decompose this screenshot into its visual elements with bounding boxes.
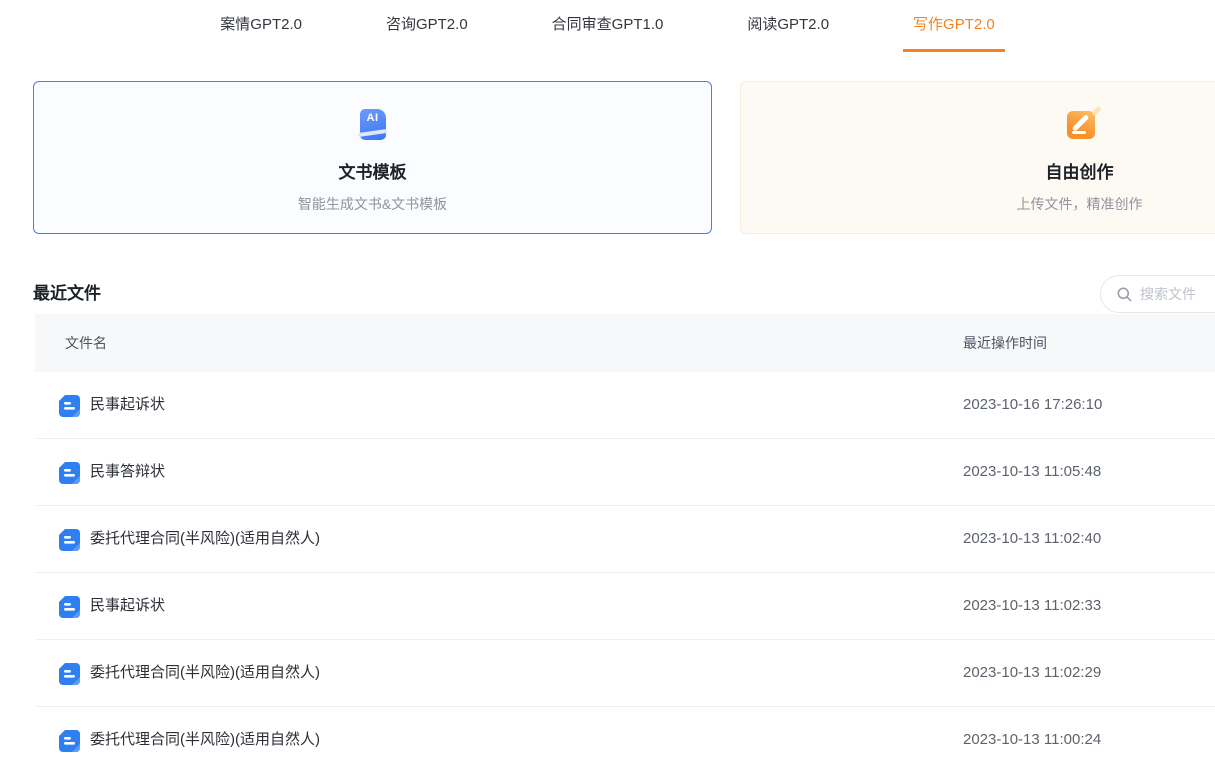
card-subtitle: 智能生成文书&文书模板 — [298, 194, 447, 214]
file-name: 民事起诉状 — [90, 573, 165, 639]
blue-document-icon — [59, 462, 80, 484]
file-time: 2023-10-13 11:02:33 — [963, 573, 1101, 639]
column-header-filename: 文件名 — [65, 314, 107, 372]
recent-files-header: 最近文件 搜索文件 — [33, 274, 1215, 314]
file-name: 民事答辩状 — [90, 439, 165, 505]
blue-document-icon — [59, 596, 80, 618]
tab-consult-gpt[interactable]: 咨询GPT2.0 — [376, 10, 478, 52]
column-header-last-modified: 最近操作时间 — [963, 314, 1047, 372]
document-template-card[interactable]: AI 文书模板 智能生成文书&文书模板 — [33, 81, 712, 234]
search-input[interactable]: 搜索文件 — [1100, 275, 1215, 313]
file-name: 委托代理合同(半风险)(适用自然人) — [90, 707, 320, 759]
card-subtitle: 上传文件，精准创作 — [1017, 194, 1143, 214]
tab-contract-review-gpt[interactable]: 合同审查GPT1.0 — [542, 10, 674, 52]
tab-case-gpt[interactable]: 案情GPT2.0 — [210, 10, 312, 52]
edit-square-icon — [1064, 109, 1096, 141]
recent-files-table: 文件名 最近操作时间 民事起诉状 2023-10-16 17:26:10 民事答… — [35, 314, 1215, 759]
blue-document-icon — [59, 529, 80, 551]
card-title: 文书模板 — [339, 158, 407, 183]
table-row[interactable]: 民事答辩状 2023-10-13 11:05:48 — [35, 439, 1215, 506]
mode-cards: AI 文书模板 智能生成文书&文书模板 自由创作 上传文件，精准创作 — [0, 81, 1215, 234]
file-name: 民事起诉状 — [90, 372, 165, 438]
blue-document-icon — [59, 730, 80, 752]
gpt-tab-bar: 案情GPT2.0 咨询GPT2.0 合同审查GPT1.0 阅读GPT2.0 写作… — [0, 0, 1215, 52]
table-row[interactable]: 委托代理合同(半风险)(适用自然人) 2023-10-13 11:00:24 — [35, 707, 1215, 759]
free-writing-card[interactable]: 自由创作 上传文件，精准创作 — [740, 81, 1215, 234]
search-icon — [1117, 287, 1132, 302]
blue-document-icon — [59, 663, 80, 685]
table-header-row: 文件名 最近操作时间 — [35, 314, 1215, 372]
file-time: 2023-10-16 17:26:10 — [963, 372, 1102, 438]
table-row[interactable]: 民事起诉状 2023-10-16 17:26:10 — [35, 372, 1215, 439]
tab-reading-gpt[interactable]: 阅读GPT2.0 — [737, 10, 839, 52]
table-row[interactable]: 委托代理合同(半风险)(适用自然人) 2023-10-13 11:02:40 — [35, 506, 1215, 573]
table-row[interactable]: 民事起诉状 2023-10-13 11:02:33 — [35, 573, 1215, 640]
table-row[interactable]: 委托代理合同(半风险)(适用自然人) 2023-10-13 11:02:29 — [35, 640, 1215, 707]
file-name: 委托代理合同(半风险)(适用自然人) — [90, 640, 320, 706]
tab-writing-gpt[interactable]: 写作GPT2.0 — [903, 10, 1005, 52]
search-placeholder: 搜索文件 — [1140, 284, 1196, 304]
recent-files-title: 最近文件 — [33, 284, 101, 303]
ai-document-icon: AI — [357, 109, 389, 141]
file-time: 2023-10-13 11:05:48 — [963, 439, 1101, 505]
blue-document-icon — [59, 395, 80, 417]
file-time: 2023-10-13 11:02:40 — [963, 506, 1101, 572]
file-name: 委托代理合同(半风险)(适用自然人) — [90, 506, 320, 572]
card-title: 自由创作 — [1046, 158, 1114, 183]
file-time: 2023-10-13 11:02:29 — [963, 640, 1101, 706]
file-time: 2023-10-13 11:00:24 — [963, 707, 1101, 759]
